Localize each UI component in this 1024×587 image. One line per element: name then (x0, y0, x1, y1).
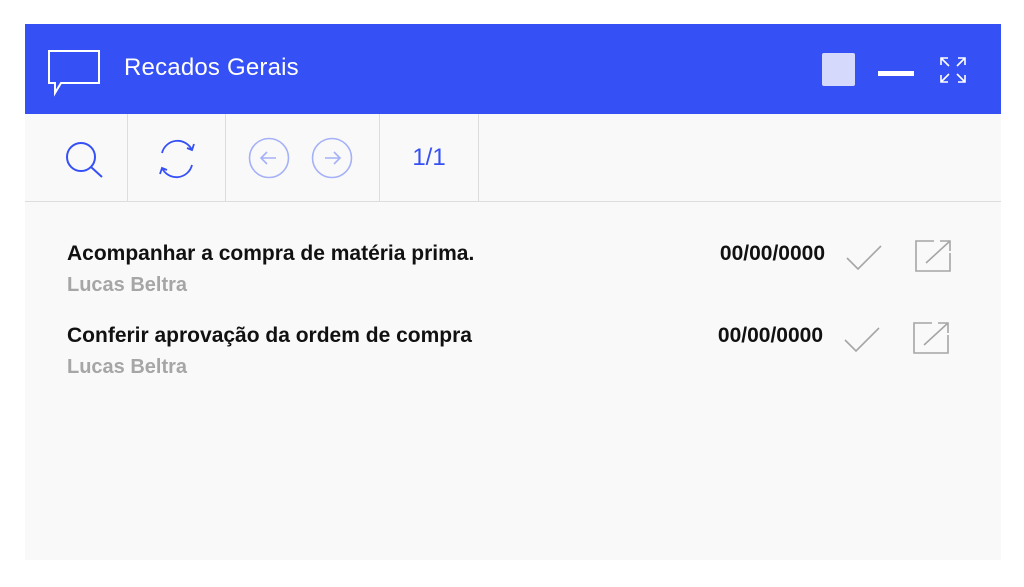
messages-widget: Recados Gerais 1/1 Acompanhar a compra d… (25, 24, 1001, 560)
list-item[interactable]: Conferir aprovação da ordem de compra Lu… (25, 321, 1001, 384)
search-icon (66, 142, 103, 178)
check-icon[interactable] (845, 244, 883, 272)
message-title: Acompanhar a compra de matéria prima. (67, 242, 475, 265)
message-title: Conferir aprovação da ordem de compra (67, 324, 472, 347)
widget-header: Recados Gerais (25, 24, 1001, 114)
minimize-button[interactable] (878, 71, 914, 76)
widget-title: Recados Gerais (124, 54, 299, 81)
refresh-icon (159, 140, 195, 178)
message-date: 00/00/0000 (717, 324, 823, 347)
page-indicator-cell: 1/1 (380, 114, 479, 202)
list-item[interactable]: Acompanhar a compra de matéria prima. Lu… (25, 239, 1001, 302)
message-author: Lucas Beltra (67, 356, 188, 378)
edit-icon[interactable] (914, 239, 952, 273)
message-date: 00/00/0000 (719, 242, 825, 265)
search-button[interactable] (25, 114, 128, 202)
check-icon[interactable] (843, 326, 881, 354)
next-page-icon[interactable] (311, 137, 353, 179)
edit-icon[interactable] (912, 321, 950, 355)
prev-page-icon[interactable] (248, 137, 290, 179)
page-indicator: 1/1 (412, 144, 446, 171)
toolbar: 1/1 (25, 114, 1001, 202)
message-author: Lucas Beltra (67, 274, 188, 296)
color-square-button[interactable] (822, 53, 855, 86)
expand-icon[interactable] (938, 55, 968, 85)
refresh-button[interactable] (128, 114, 226, 202)
chat-bubble-icon (48, 50, 100, 97)
pagination-nav (226, 114, 380, 202)
